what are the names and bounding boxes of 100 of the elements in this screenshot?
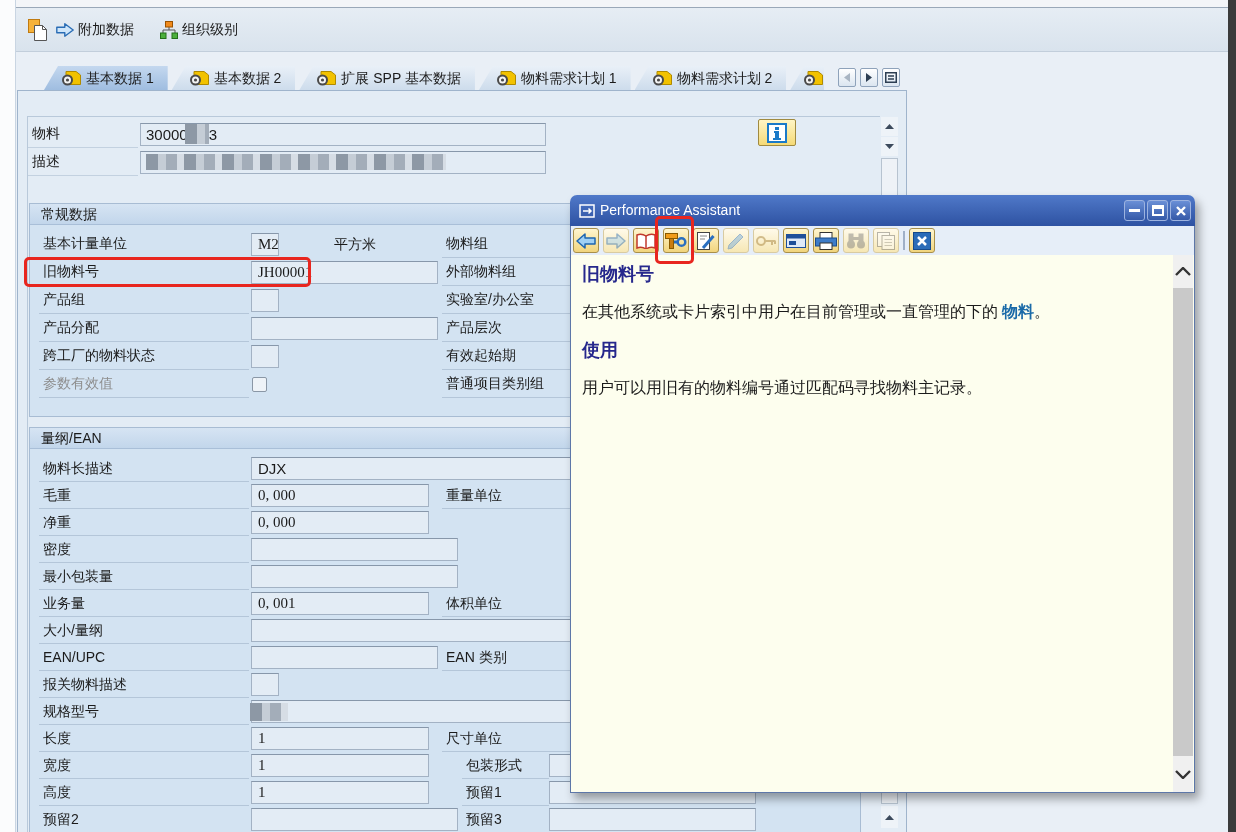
- chevron-down-icon: [1175, 769, 1191, 779]
- folder-ring-icon: [496, 70, 516, 86]
- input-field[interactable]: [251, 646, 438, 669]
- field-label: 最小包装量: [39, 563, 249, 590]
- close-icon: [913, 231, 931, 250]
- edit-page-icon: [697, 231, 715, 250]
- window-list-icon: [885, 72, 898, 83]
- field-label: 产品分配: [39, 314, 249, 342]
- hierarchy-icon: [160, 20, 178, 39]
- input-field[interactable]: 1: [251, 781, 429, 804]
- scroll-up-button[interactable]: [1173, 255, 1193, 288]
- window-title: Performance Assistant: [600, 201, 741, 220]
- folder-ring-icon: [189, 70, 209, 86]
- input-field[interactable]: 1: [251, 754, 429, 777]
- help-heading: 使用: [582, 339, 619, 362]
- document-icon: [28, 18, 48, 41]
- arrow-right-icon: [606, 232, 626, 249]
- info-icon: [767, 122, 787, 143]
- redaction-block: [250, 702, 288, 721]
- toolbar-button[interactable]: [909, 228, 935, 253]
- toolbar-button[interactable]: [663, 228, 689, 253]
- field-label: 长度: [39, 725, 249, 752]
- folder-ring-icon: [804, 70, 824, 86]
- input-field[interactable]: M2: [251, 232, 279, 256]
- field-label: 预留2: [39, 806, 249, 832]
- input-field[interactable]: [140, 150, 546, 174]
- input-field[interactable]: [251, 565, 458, 588]
- input-field[interactable]: [251, 344, 279, 368]
- field-label: 旧物料号: [39, 258, 249, 286]
- maximize-button[interactable]: [1147, 200, 1168, 221]
- input-field[interactable]: [251, 288, 279, 312]
- toolbar-button[interactable]: [693, 228, 719, 253]
- maximize-icon: [1151, 205, 1164, 216]
- tab[interactable]: 物料需求计划 2: [634, 66, 787, 90]
- field-label: 物料: [28, 120, 138, 148]
- field-label: 毛重: [39, 482, 249, 509]
- triangle-right-icon: [866, 73, 873, 82]
- input-field[interactable]: 0, 000: [251, 511, 429, 534]
- field-label: 产品组: [39, 286, 249, 314]
- field-label: 物料长描述: [39, 455, 249, 482]
- printer-icon: [815, 231, 837, 250]
- tab[interactable]: 扩展 SPP 基本数据: [299, 66, 475, 90]
- field-label: 大小/量纲: [39, 617, 249, 644]
- triangle-up-icon: [885, 814, 894, 820]
- field-label: 基本计量单位: [39, 230, 249, 258]
- scroll-down-button[interactable]: [881, 137, 898, 156]
- triangle-left-icon: [844, 73, 851, 82]
- tab[interactable]: 基本数据 1: [44, 66, 168, 90]
- unit-text: 平方米: [334, 234, 376, 254]
- book-icon: [636, 232, 656, 249]
- minimize-button[interactable]: [1124, 200, 1145, 221]
- help-paragraph: 在其他系统或卡片索引中用户在目前管理或一直管理的下的 物料。: [582, 302, 1052, 322]
- toolbar-button[interactable]: 组织级别: [160, 16, 238, 43]
- scroll-button[interactable]: [881, 806, 898, 828]
- tab-scroll-button[interactable]: [860, 68, 879, 87]
- folder-ring-icon: [652, 70, 672, 86]
- field-label: 宽度: [39, 752, 249, 779]
- help-paragraph: 用户可以用旧有的物料编号通过匹配码寻找物料主记录。: [582, 378, 983, 398]
- field-label: 描述: [28, 148, 138, 176]
- field-label: 密度: [39, 536, 249, 563]
- toolbar-button[interactable]: [813, 228, 839, 253]
- tab-scroll-button[interactable]: [882, 68, 901, 87]
- toolbar-button[interactable]: 附加数据: [56, 16, 134, 43]
- input-field[interactable]: [251, 538, 458, 561]
- input-field[interactable]: [251, 673, 279, 696]
- field-label: EAN/UPC: [39, 644, 249, 671]
- help-link[interactable]: 物料: [1002, 303, 1035, 320]
- triangle-up-icon: [885, 124, 894, 129]
- field-label: 规格型号: [39, 698, 249, 725]
- field-label: 高度: [39, 779, 249, 806]
- folder-ring-icon: [62, 70, 81, 86]
- hammer-wrench-icon: [665, 232, 687, 249]
- field-label: 报关物料描述: [39, 671, 249, 698]
- close-button[interactable]: [1170, 200, 1191, 221]
- tab[interactable]: 物料需求计划 1: [478, 66, 631, 90]
- window-icon: [786, 233, 806, 248]
- triangle-down-icon: [885, 144, 894, 149]
- field-label: 参数有效值: [39, 370, 249, 398]
- scroll-up-button[interactable]: [881, 117, 898, 136]
- info-button[interactable]: [758, 119, 796, 146]
- field-label: 业务量: [39, 590, 249, 617]
- arrow-left-icon: [576, 232, 596, 249]
- input-field[interactable]: 1: [251, 727, 429, 750]
- input-field[interactable]: [251, 316, 438, 340]
- minimize-icon: [1129, 209, 1140, 212]
- key-icon: [756, 233, 776, 248]
- input-field[interactable]: 0, 001: [251, 592, 429, 615]
- tab[interactable]: 基本数据 2: [171, 66, 296, 90]
- arrow-right-icon: [56, 22, 74, 37]
- field-label: 跨工厂的物料状态: [39, 342, 249, 370]
- toolbar-button[interactable]: [783, 228, 809, 253]
- toolbar-button[interactable]: [28, 16, 48, 43]
- field-label: 净重: [39, 509, 249, 536]
- chevron-up-icon: [1175, 267, 1191, 276]
- input-field[interactable]: [549, 808, 756, 831]
- help-heading: 旧物料号: [582, 263, 655, 286]
- input-field[interactable]: 0, 000: [251, 484, 429, 507]
- scroll-down-button[interactable]: [1173, 756, 1193, 792]
- input-field[interactable]: [251, 808, 458, 831]
- pages-icon: [877, 231, 895, 250]
